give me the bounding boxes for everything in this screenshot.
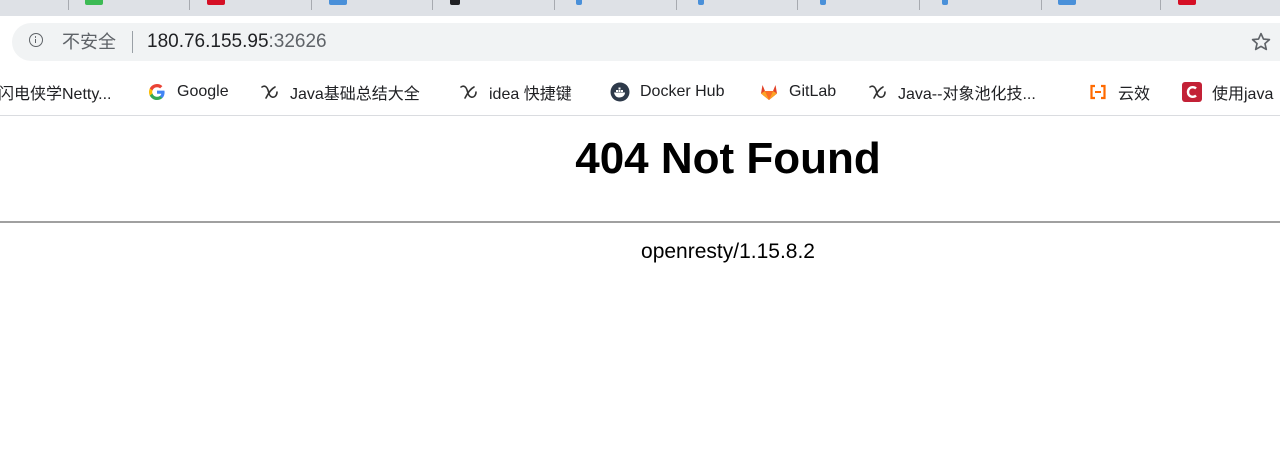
tab-separator [676,0,677,10]
bookmark-java-basics[interactable]: Java基础总结大全 [260,80,420,104]
url-text[interactable]: 180.76.155.95:32626 [147,31,327,53]
bookmark-label: GitLab [789,83,837,100]
bookmark-java-object-pool[interactable]: Java--对象池化技... [868,80,1036,104]
aliyun-icon [1090,84,1106,100]
bookmarks-bar: 闪电侠学Netty... Google Java基础总结大全 idea 快捷键 [0,68,1280,116]
url-port: :32626 [268,31,327,52]
bookmark-use-java[interactable]: 使用java [1182,80,1273,104]
tab-separator [919,0,920,10]
bookmark-google[interactable]: Google [147,80,229,104]
tab-favicon[interactable] [207,0,225,5]
tab-separator [1041,0,1042,10]
bookmark-label: Docker Hub [640,83,725,100]
csdn-icon [1182,82,1202,102]
tab-favicon[interactable] [85,0,103,5]
address-bar[interactable]: 不安全 180.76.155.95:32626 [12,23,1280,61]
tab-strip [0,0,1280,16]
bookmark-label: Java基础总结大全 [290,86,420,103]
gitlab-icon [761,85,777,100]
url-host: 180.76.155.95 [147,31,269,52]
bookmark-star-icon[interactable] [1250,31,1272,53]
info-icon[interactable] [29,33,43,47]
tab-separator [68,0,69,10]
tab-favicon[interactable] [1178,0,1196,5]
bookmark-idea-shortcuts[interactable]: idea 快捷键 [459,80,572,104]
bookmark-netty[interactable]: 闪电侠学Netty... [0,80,112,104]
bookmark-label: Google [177,83,229,100]
horizontal-rule [0,221,1280,223]
tab-favicon[interactable] [1058,0,1076,5]
tab-favicon[interactable] [820,0,826,5]
tab-separator [432,0,433,10]
tab-separator [189,0,190,10]
page-title: 404 Not Found [575,134,881,183]
tab-separator [797,0,798,10]
bookmark-docker-hub[interactable]: Docker Hub [610,80,724,104]
bookmark-label: 闪电侠学Netty... [0,86,112,103]
yuque-icon [261,85,278,99]
tab-favicon[interactable] [698,0,704,5]
google-icon [149,84,165,100]
browser-toolbar: 不安全 180.76.155.95:32626 [0,16,1280,68]
server-signature: openresty/1.15.8.2 [641,240,815,263]
tab-favicon[interactable] [329,0,347,5]
bookmark-label: idea 快捷键 [489,86,572,103]
tab-separator [1160,0,1161,10]
tab-separator [311,0,312,10]
tab-favicon[interactable] [450,0,460,5]
tab-favicon[interactable] [576,0,582,5]
security-indicator[interactable]: 不安全 [62,32,116,52]
bookmark-yunxiao[interactable]: 云效 [1088,80,1150,104]
tab-favicon[interactable] [942,0,948,5]
docker-icon [610,82,630,102]
yuque-icon [869,85,886,99]
bookmark-gitlab[interactable]: GitLab [759,80,836,104]
bookmark-label: 云效 [1118,86,1151,103]
bookmark-label: 使用java [1212,86,1274,103]
tab-separator [554,0,555,10]
bookmark-label: Java--对象池化技... [898,86,1036,103]
omnibox-divider [132,31,133,53]
yuque-icon [460,85,477,99]
